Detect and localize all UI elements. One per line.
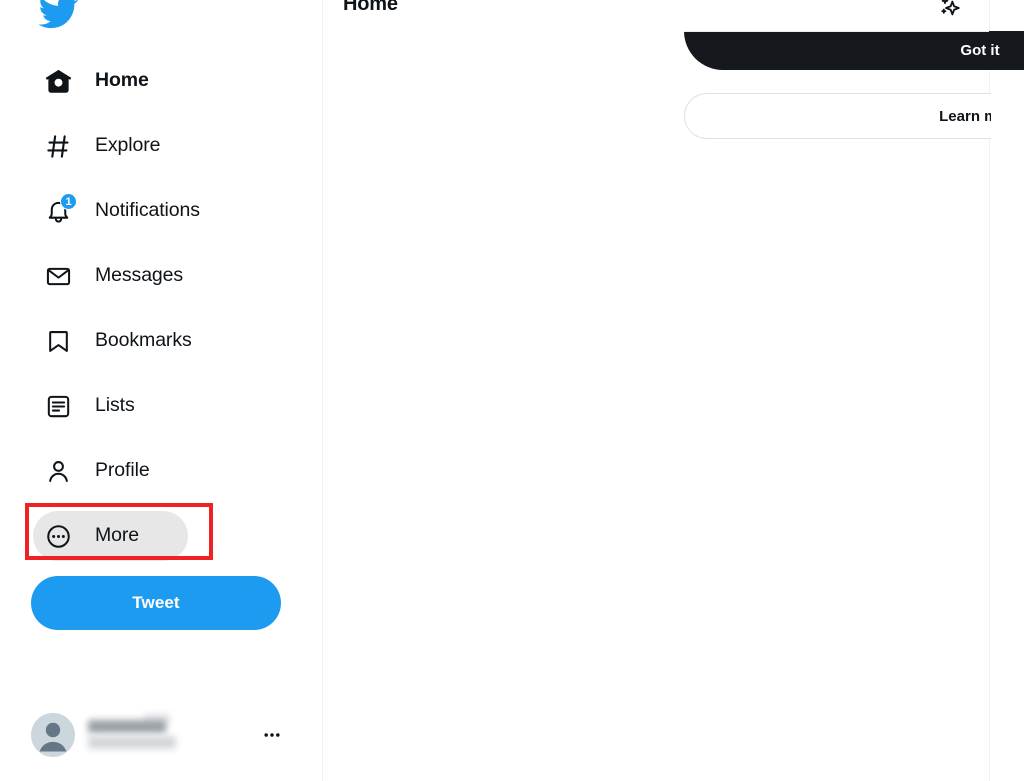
- sidebar-item-home[interactable]: Home: [0, 56, 323, 106]
- ellipsis-icon[interactable]: [257, 720, 287, 750]
- avatar: [31, 713, 75, 757]
- sidebar-item-messages[interactable]: Messages: [0, 251, 323, 301]
- sidebar-item-label: Profile: [95, 459, 150, 482]
- sidebar-item-label: Lists: [95, 394, 135, 417]
- sidebar-item-label: More: [95, 524, 140, 547]
- person-icon: [42, 455, 74, 487]
- sidebar-item-lists[interactable]: Lists: [0, 381, 323, 431]
- hashtag-icon: [42, 130, 74, 162]
- sidebar-item-label: Explore: [95, 134, 161, 157]
- tweet-button[interactable]: Tweet: [31, 576, 281, 630]
- sidebar-item-label: Bookmarks: [95, 329, 192, 352]
- more-circle-icon: [42, 520, 74, 552]
- sidebar-item-more[interactable]: More: [0, 511, 323, 561]
- home-icon: [42, 65, 74, 97]
- account-identity-redacted: [86, 713, 257, 757]
- page-title: Home: [343, 0, 398, 15]
- got-it-button[interactable]: Got it: [684, 31, 1024, 70]
- sidebar-item-notifications[interactable]: 1 Notifications: [0, 186, 323, 236]
- sidebar-item-profile[interactable]: Profile: [0, 446, 323, 496]
- primary-sidebar: Home Explore 1 Notifications Messages Bo…: [0, 0, 323, 781]
- twitter-bird-logo[interactable]: [33, 0, 83, 37]
- sidebar-item-label: Home: [95, 69, 149, 92]
- sidebar-item-label: Notifications: [95, 199, 200, 222]
- sparkles-icon[interactable]: [933, 0, 967, 26]
- sidebar-nav-list: Home Explore 1 Notifications Messages Bo…: [0, 56, 323, 576]
- right-rail: [991, 0, 1024, 781]
- envelope-icon: [42, 260, 74, 292]
- sidebar-item-label: Messages: [95, 264, 184, 287]
- main-timeline-column: Home Got it Learn more: [324, 0, 1024, 781]
- list-icon: [42, 390, 74, 422]
- timeline-header: Home: [324, 0, 989, 32]
- account-display-name-redacted: [88, 720, 166, 733]
- learn-more-button[interactable]: Learn more: [684, 93, 1024, 139]
- bell-icon: 1: [42, 193, 77, 227]
- sidebar-item-explore[interactable]: Explore: [0, 121, 323, 171]
- account-handle-redacted: [88, 736, 176, 749]
- account-switcher[interactable]: [31, 703, 301, 767]
- sidebar-item-bookmarks[interactable]: Bookmarks: [0, 316, 323, 366]
- notifications-badge: 1: [60, 193, 77, 210]
- bookmark-icon: [42, 325, 74, 357]
